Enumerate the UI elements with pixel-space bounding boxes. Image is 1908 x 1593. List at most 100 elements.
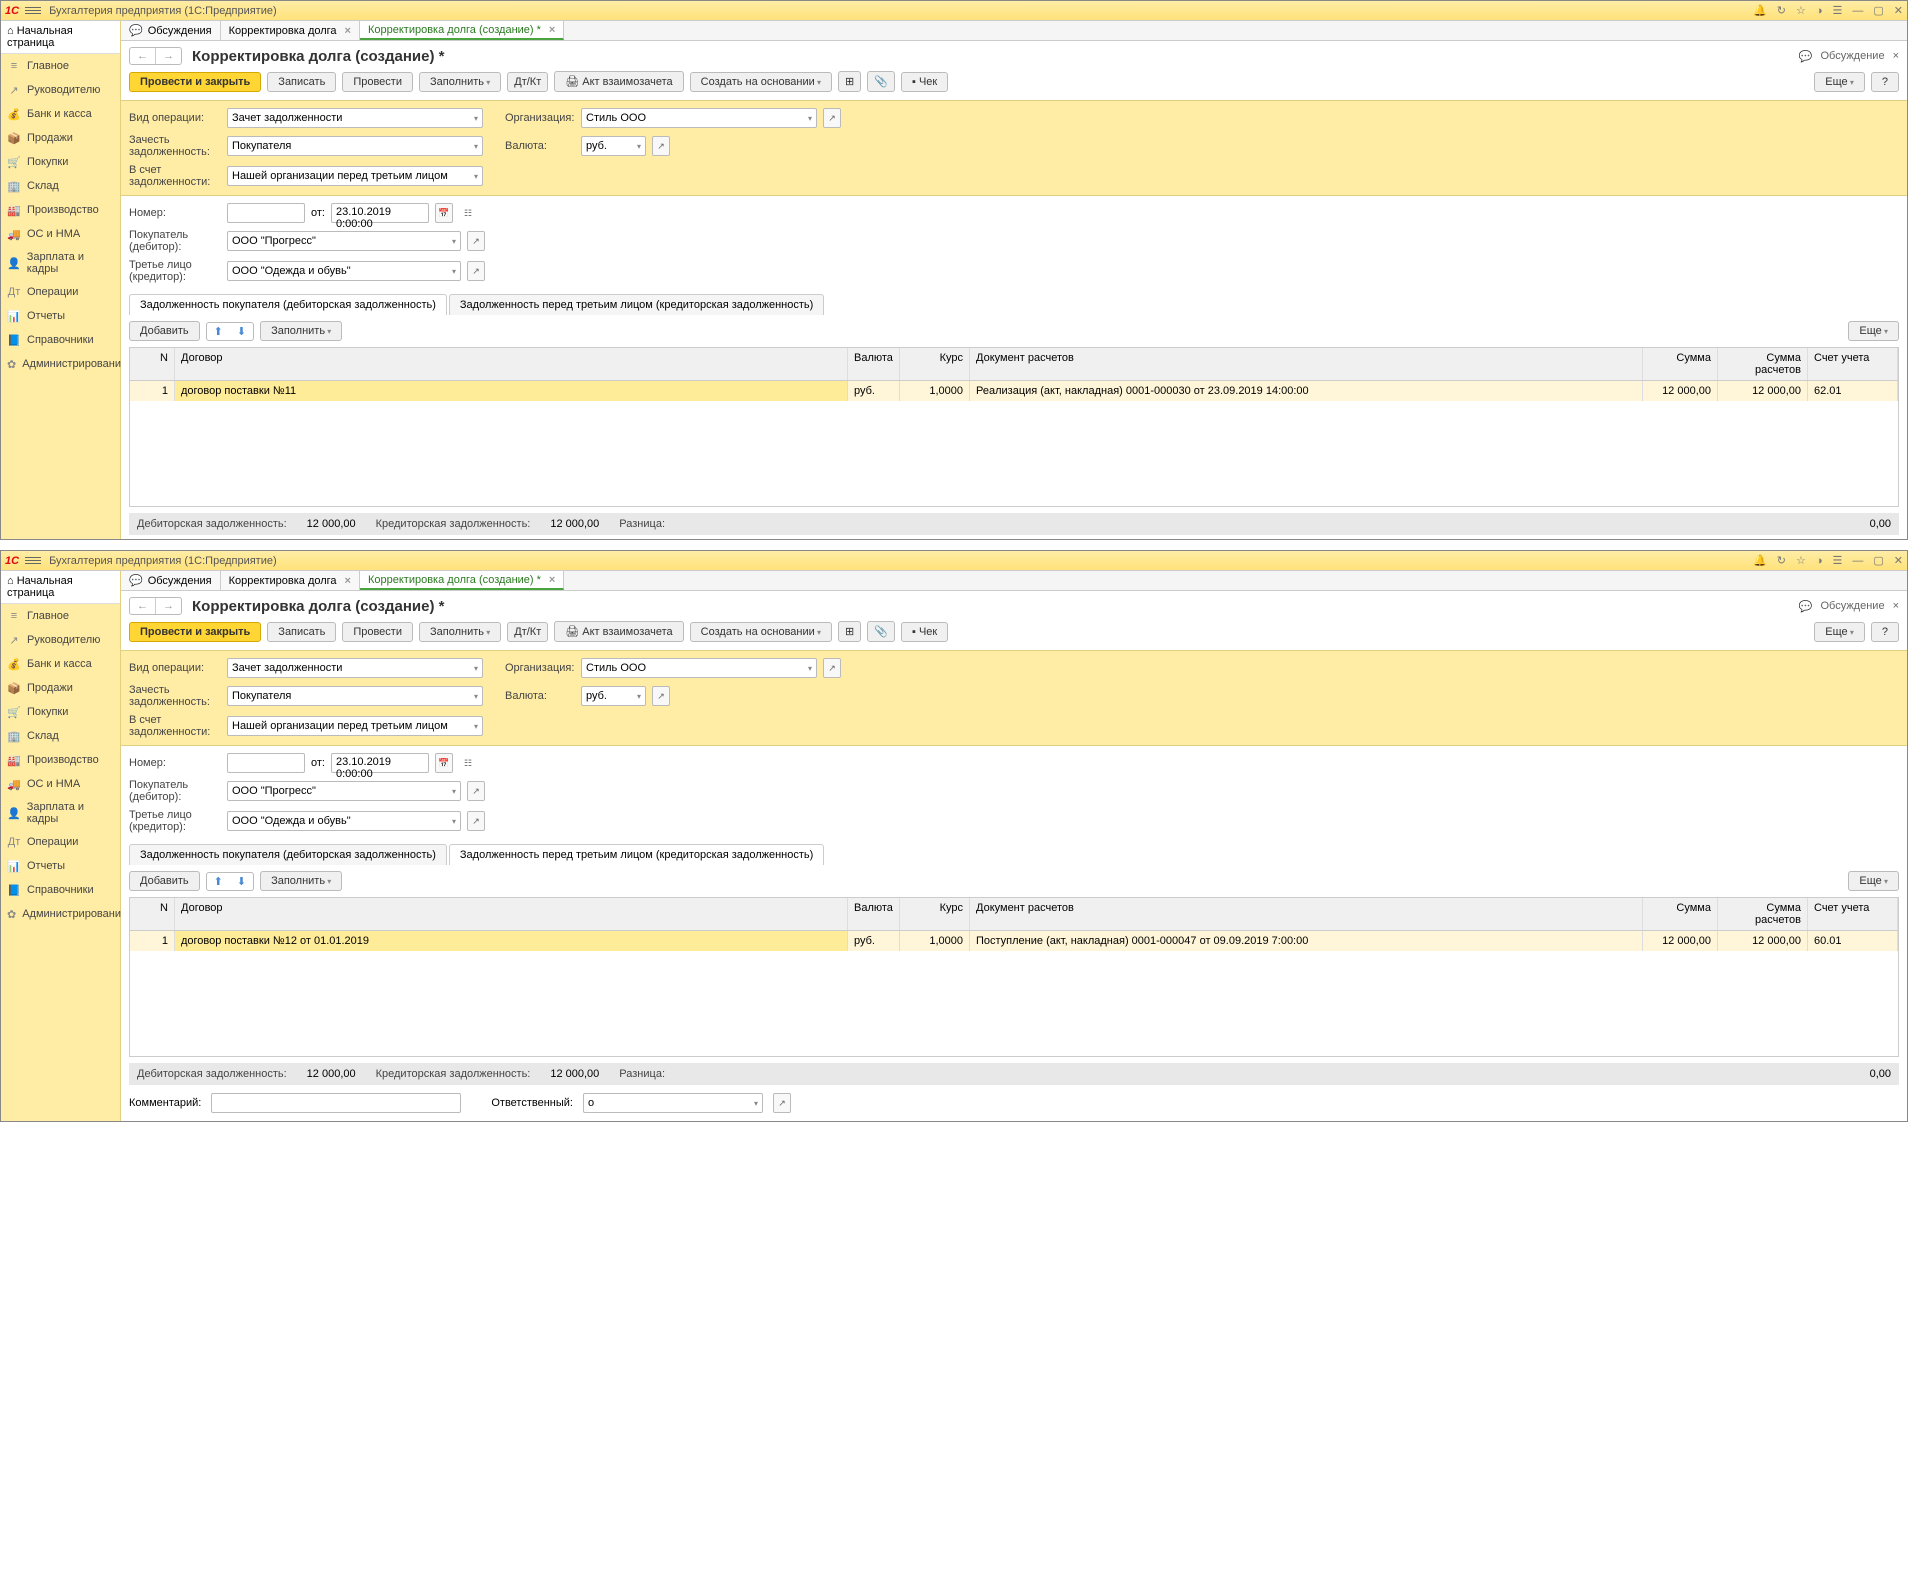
down-button[interactable]: ⬇ <box>230 323 253 340</box>
table-row[interactable]: 1 договор поставки №11 руб. 1,0000 Реали… <box>130 381 1898 401</box>
offset-select[interactable]: Покупателя▾ <box>227 686 483 706</box>
close-icon[interactable]: ✕ <box>1894 4 1903 17</box>
create-base-button[interactable]: Создать на основании <box>690 622 832 642</box>
close-icon[interactable]: × <box>549 24 555 36</box>
sidebar-item[interactable]: 🏭Производство <box>1 198 120 222</box>
down-button[interactable]: ⬇ <box>230 873 253 890</box>
sidebar-item[interactable]: 💰Банк и касса <box>1 652 120 676</box>
star-icon[interactable]: ☆ <box>1796 4 1806 17</box>
tab-debt[interactable]: Корректировка долга× <box>221 571 360 590</box>
subtab-creditor[interactable]: Задолженность перед третьим лицом (креди… <box>449 844 824 865</box>
discuss-label[interactable]: Обсуждение <box>1820 600 1884 612</box>
write-button[interactable]: Записать <box>267 622 336 642</box>
close-icon[interactable]: × <box>549 574 555 586</box>
num-input[interactable] <box>227 753 305 773</box>
open-icon[interactable]: ↗ <box>773 1093 791 1113</box>
org-select[interactable]: Стиль ООО▾ <box>581 658 817 678</box>
calendar-icon[interactable]: 📅 <box>435 203 453 223</box>
sidebar-item[interactable]: 🏭Производство <box>1 748 120 772</box>
sidebar-item[interactable]: 📘Справочники <box>1 328 120 352</box>
num-input[interactable] <box>227 203 305 223</box>
sidebar-item[interactable]: ДтОперации <box>1 280 120 304</box>
calendar-icon[interactable]: 📅 <box>435 753 453 773</box>
op-type-select[interactable]: Зачет задолженности▾ <box>227 658 483 678</box>
help-button[interactable]: ? <box>1871 622 1899 642</box>
open-icon[interactable]: ↗ <box>652 136 670 156</box>
act-button[interactable]: 🖨 Акт взаимозачета <box>554 71 683 92</box>
sidebar-item[interactable]: 👤Зарплата и кадры <box>1 796 120 830</box>
sidebar-item[interactable]: ↗Руководителю <box>1 78 120 102</box>
sidebar-start[interactable]: ⌂ Начальная страница <box>1 21 120 54</box>
star-icon[interactable]: ☆ <box>1796 554 1806 567</box>
write-button[interactable]: Записать <box>267 72 336 92</box>
table-more-button[interactable]: Еще <box>1848 871 1899 891</box>
tab-discussions[interactable]: 💬Обсуждения <box>121 571 221 590</box>
date-input[interactable]: 23.10.2019 0:00:00 <box>331 753 429 773</box>
forward-button[interactable]: → <box>156 48 181 64</box>
clock-icon[interactable]: ↻ <box>1777 4 1786 17</box>
discuss-icon[interactable]: 💬 <box>1799 600 1813 613</box>
bell-icon[interactable]: 🔔 <box>1753 4 1767 17</box>
tab-debt-create[interactable]: Корректировка долга (создание) *× <box>360 571 564 590</box>
sidebar-item[interactable]: 👤Зарплата и кадры <box>1 246 120 280</box>
sidebar-item[interactable]: 🚚ОС и НМА <box>1 772 120 796</box>
menu-icon[interactable] <box>25 5 41 16</box>
against-select[interactable]: Нашей организации перед третьим лицом▾ <box>227 716 483 736</box>
sidebar-item[interactable]: ДтОперации <box>1 830 120 854</box>
tab-debt[interactable]: Корректировка долга× <box>221 21 360 40</box>
table-more-button[interactable]: Еще <box>1848 321 1899 341</box>
dtkt-button[interactable]: Дт/Кт <box>507 72 548 92</box>
sidebar-item[interactable]: 📊Отчеты <box>1 304 120 328</box>
minimize-icon[interactable]: — <box>1852 555 1863 567</box>
dtkt-button[interactable]: Дт/Кт <box>507 622 548 642</box>
back-button[interactable]: ← <box>130 48 156 64</box>
third-select[interactable]: ООО "Одежда и обувь"▾ <box>227 261 461 281</box>
open-icon[interactable]: ↗ <box>467 781 485 801</box>
cur-select[interactable]: руб.▾ <box>581 136 646 156</box>
table-row[interactable]: 1 договор поставки №12 от 01.01.2019 руб… <box>130 931 1898 951</box>
subtab-debitor[interactable]: Задолженность покупателя (дебиторская за… <box>129 294 447 315</box>
post-close-button[interactable]: Провести и закрыть <box>129 72 261 92</box>
sidebar-start[interactable]: ⌂ Начальная страница <box>1 571 120 604</box>
close-icon[interactable]: × <box>345 25 351 37</box>
post-close-button[interactable]: Провести и закрыть <box>129 622 261 642</box>
user-icon[interactable]: ◑ <box>1816 5 1823 17</box>
sidebar-item[interactable]: 🛒Покупки <box>1 150 120 174</box>
forward-button[interactable]: → <box>156 598 181 614</box>
cur-select[interactable]: руб.▾ <box>581 686 646 706</box>
settings-icon[interactable]: ☰ <box>1833 554 1843 567</box>
close-icon[interactable]: ✕ <box>1894 554 1903 567</box>
buyer-select[interactable]: ООО "Прогресс"▾ <box>227 781 461 801</box>
tab-debt-create[interactable]: Корректировка долга (создание) *× <box>360 21 564 40</box>
sidebar-item[interactable]: 🚚ОС и НМА <box>1 222 120 246</box>
close-form-button[interactable]: × <box>1893 600 1899 612</box>
org-select[interactable]: Стиль ООО▾ <box>581 108 817 128</box>
maximize-icon[interactable]: ▢ <box>1873 4 1883 17</box>
sidebar-item[interactable]: 🛒Покупки <box>1 700 120 724</box>
tree-button[interactable]: ⊞ <box>838 621 861 642</box>
post-button[interactable]: Провести <box>342 622 413 642</box>
sidebar-item[interactable]: 🏢Склад <box>1 724 120 748</box>
sidebar-item[interactable]: ≡Главное <box>1 54 120 78</box>
fill-button[interactable]: Заполнить <box>419 622 501 642</box>
fill-table-button[interactable]: Заполнить <box>260 871 342 891</box>
list-icon[interactable]: ☷ <box>459 203 477 223</box>
sidebar-item[interactable]: 📊Отчеты <box>1 854 120 878</box>
open-icon[interactable]: ↗ <box>823 108 841 128</box>
fill-button[interactable]: Заполнить <box>419 72 501 92</box>
sidebar-item[interactable]: 📘Справочники <box>1 878 120 902</box>
discuss-label[interactable]: Обсуждение <box>1820 50 1884 62</box>
offset-select[interactable]: Покупателя▾ <box>227 136 483 156</box>
act-button[interactable]: 🖨 Акт взаимозачета <box>554 621 683 642</box>
date-input[interactable]: 23.10.2019 0:00:00 <box>331 203 429 223</box>
open-icon[interactable]: ↗ <box>467 231 485 251</box>
up-button[interactable]: ⬆ <box>207 873 230 890</box>
help-button[interactable]: ? <box>1871 72 1899 92</box>
settings-icon[interactable]: ☰ <box>1833 4 1843 17</box>
add-button[interactable]: Добавить <box>129 871 200 891</box>
check-button[interactable]: ▪ Чек <box>901 72 948 92</box>
sidebar-item[interactable]: 💰Банк и касса <box>1 102 120 126</box>
sidebar-item[interactable]: ✿Администрирование <box>1 902 120 926</box>
subtab-creditor[interactable]: Задолженность перед третьим лицом (креди… <box>449 294 824 315</box>
user-icon[interactable]: ◑ <box>1816 555 1823 567</box>
